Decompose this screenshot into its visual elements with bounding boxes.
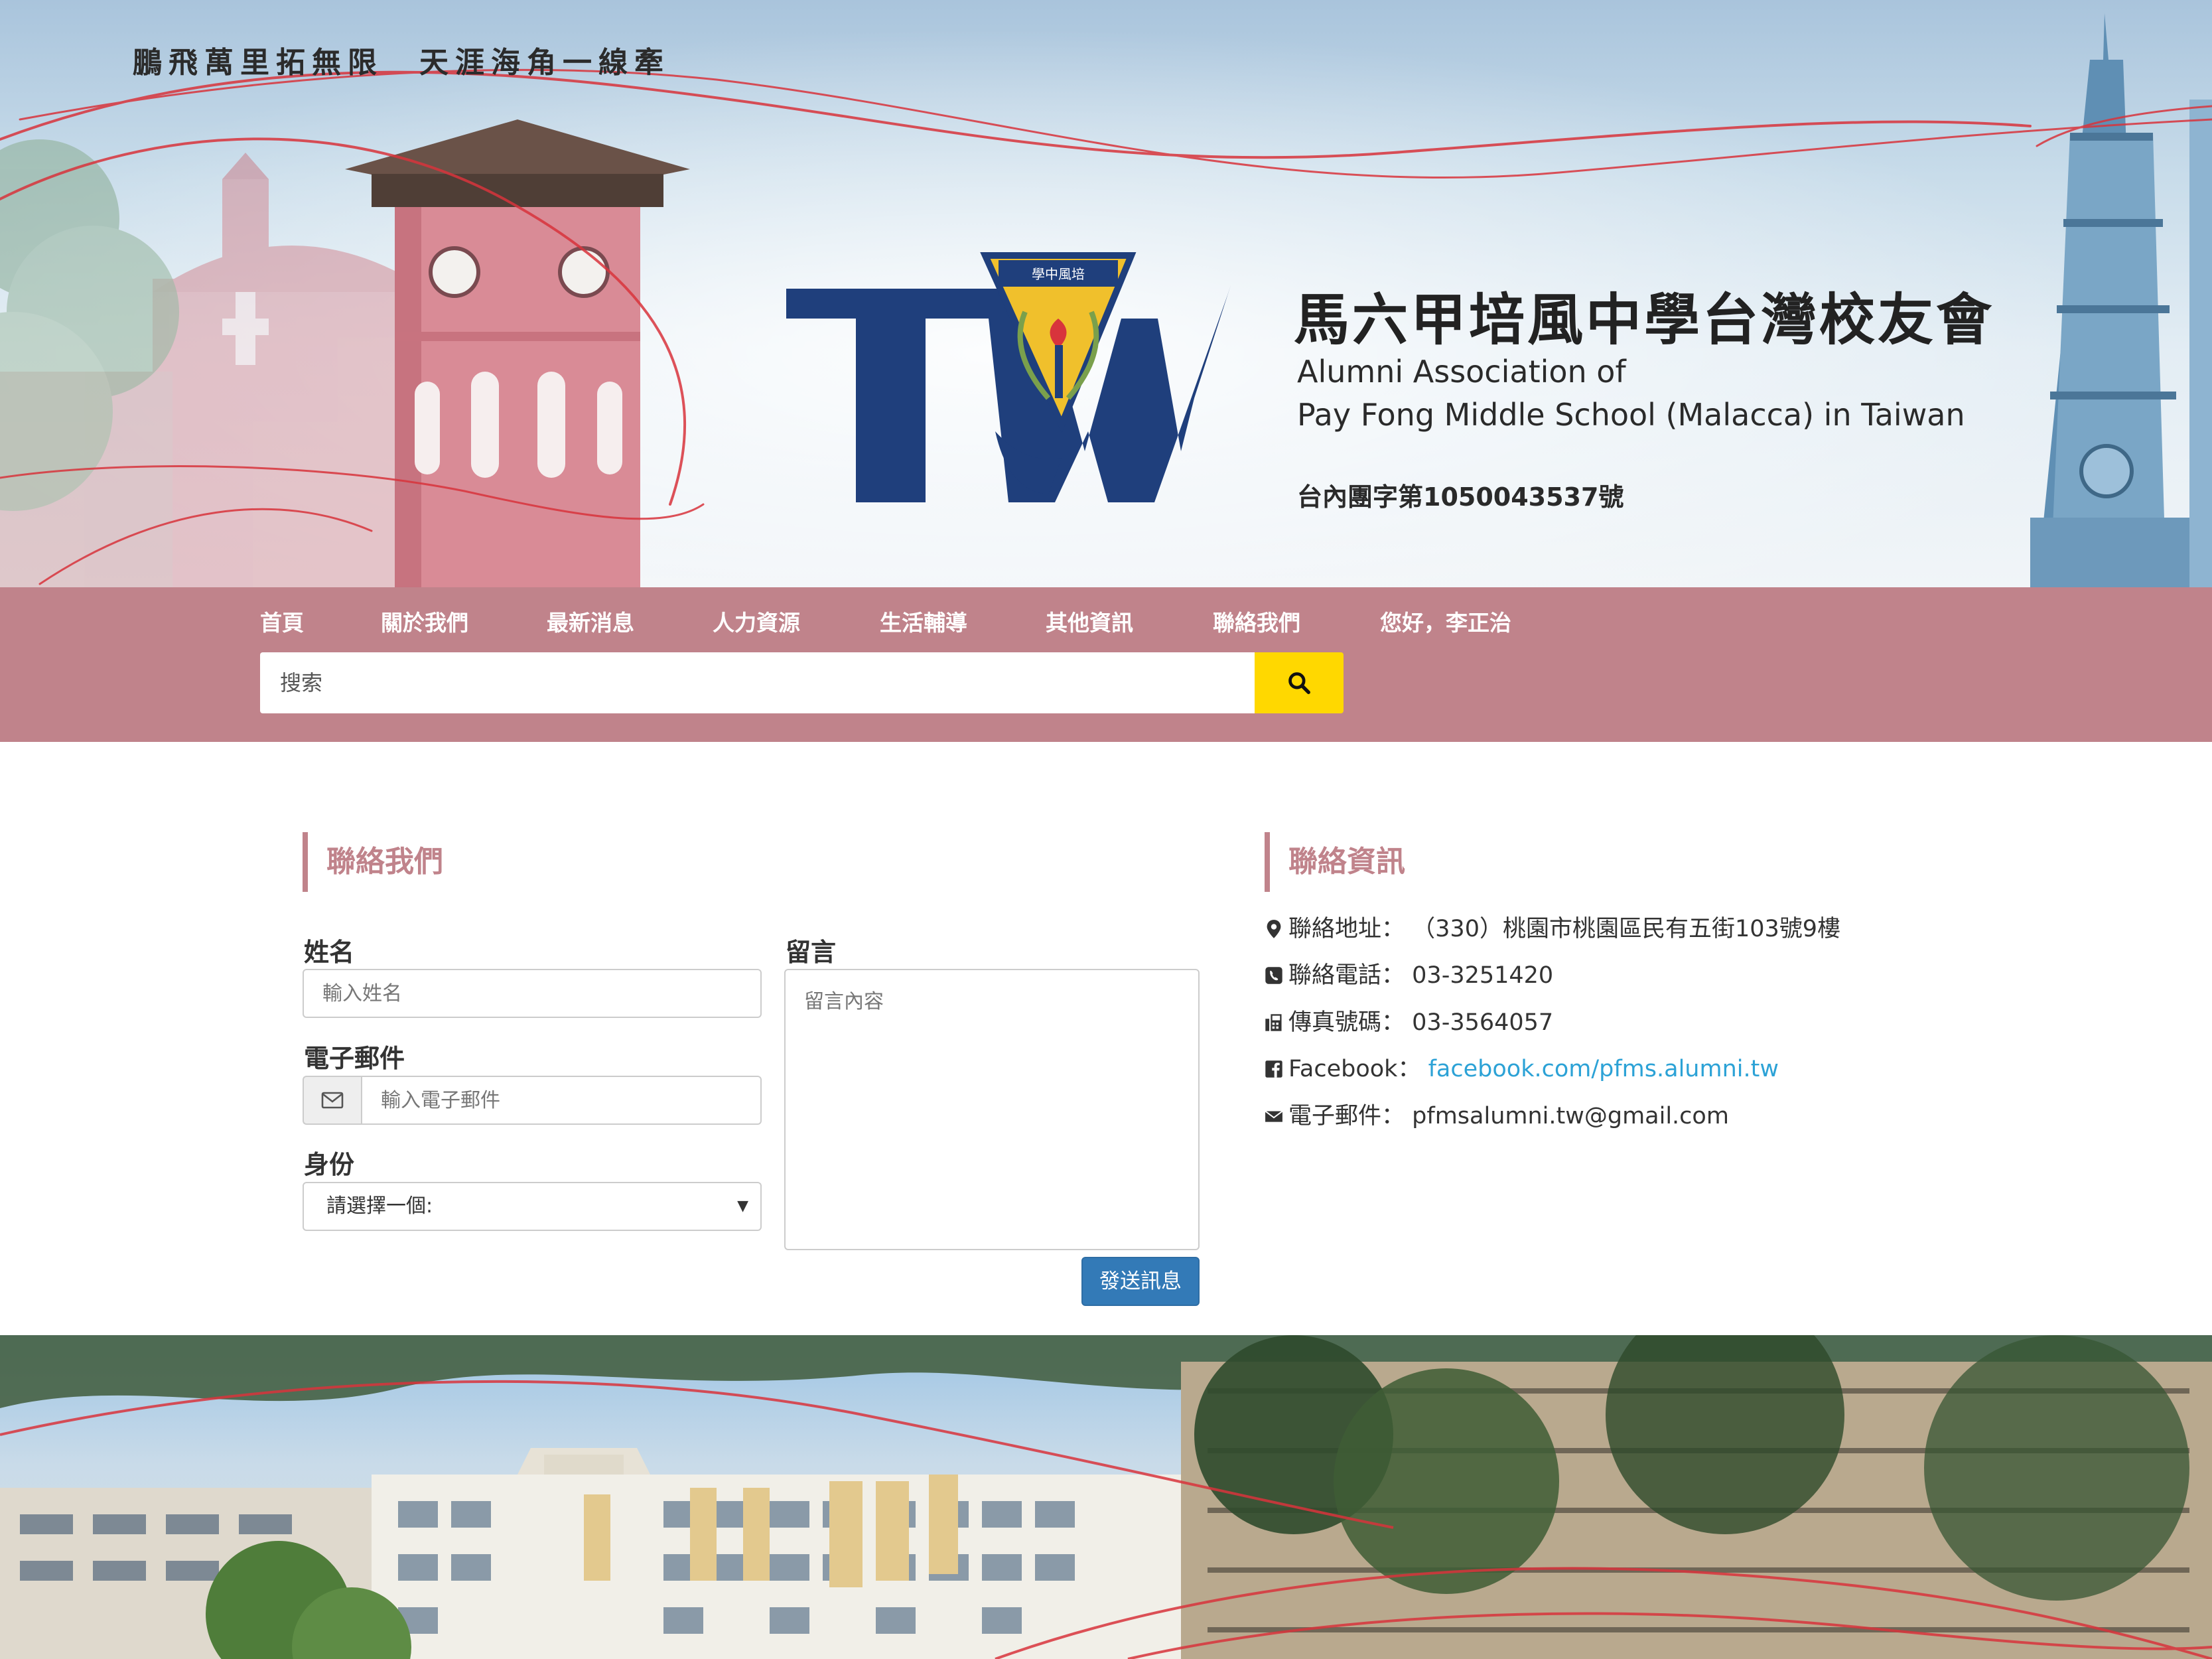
nav-other-info[interactable]: 其他資訊 bbox=[1046, 603, 1133, 643]
envelope-icon bbox=[1265, 1110, 1283, 1122]
message-label: 留言 bbox=[786, 938, 837, 967]
tw-logo: 學中風培 bbox=[786, 252, 1231, 502]
address-row: 聯絡地址： （330）桃園市桃園區民有五街103號9樓 bbox=[1265, 909, 1840, 949]
name-label: 姓名 bbox=[304, 938, 355, 967]
fax-row: 傳真號碼： 03-3564057 bbox=[1265, 1003, 1553, 1043]
header-banner: 學中風培 鵬飛萬里拓無限 天涯海角一線牽 馬六甲培風中學台灣校友會 Alumni… bbox=[0, 0, 2212, 587]
address-value: （330）桃園市桃園區民有五街103號9樓 bbox=[1412, 916, 1841, 942]
nav-latest-news[interactable]: 最新消息 bbox=[547, 603, 634, 643]
taipei-101-tower bbox=[2030, 13, 2212, 587]
message-textarea[interactable] bbox=[784, 969, 1200, 1250]
school-building-photo bbox=[0, 1335, 2212, 1659]
nav-contact-us[interactable]: 聯絡我們 bbox=[1213, 603, 1300, 643]
phone-value: 03-3251420 bbox=[1412, 962, 1554, 989]
email-label-info: 電子郵件： bbox=[1288, 1103, 1405, 1129]
email-value: pfmsalumni.tw@gmail.com bbox=[1412, 1103, 1729, 1129]
address-label: 聯絡地址： bbox=[1288, 916, 1405, 942]
association-title-zh: 馬六甲培風中學台灣校友會 bbox=[1294, 287, 1995, 352]
name-field[interactable] bbox=[303, 969, 762, 1018]
email-addon bbox=[303, 1076, 361, 1125]
identity-label: 身份 bbox=[304, 1150, 355, 1179]
envelope-icon bbox=[321, 1092, 344, 1109]
association-title-en-line1: Alumni Association of bbox=[1297, 354, 1626, 390]
phone-row: 聯絡電話： 03-3251420 bbox=[1265, 956, 1553, 995]
search-icon bbox=[1288, 672, 1310, 694]
school-building-illustration bbox=[0, 1335, 2212, 1659]
fax-label: 傳真號碼： bbox=[1288, 1009, 1405, 1036]
facebook-link[interactable]: facebook.com/pfms.alumni.tw bbox=[1428, 1056, 1779, 1082]
nav-about-us[interactable]: 關於我們 bbox=[381, 603, 468, 643]
phone-label: 聯絡電話： bbox=[1288, 962, 1405, 989]
chevron-down-icon: ▼ bbox=[737, 1198, 748, 1214]
contact-form-title: 聯絡我們 bbox=[303, 832, 443, 892]
search-input[interactable] bbox=[260, 652, 1255, 713]
identity-select[interactable]: 請選擇一個: ▼ bbox=[303, 1182, 762, 1231]
nav-home[interactable]: 首頁 bbox=[260, 603, 304, 643]
registration-number: 台內團字第1050043537號 bbox=[1297, 482, 1624, 512]
page: 學中風培 鵬飛萬里拓無限 天涯海角一線牽 馬六甲培風中學台灣校友會 Alumni… bbox=[0, 0, 2212, 1659]
nav-human-resources[interactable]: 人力資源 bbox=[713, 603, 800, 643]
facebook-row: Facebook： facebook.com/pfms.alumni.tw bbox=[1265, 1049, 1779, 1089]
slogan: 鵬飛萬里拓無限 天涯海角一線牽 bbox=[133, 46, 670, 80]
facebook-label: Facebook： bbox=[1288, 1056, 1421, 1082]
email-label: 電子郵件 bbox=[304, 1044, 405, 1073]
email-field[interactable] bbox=[361, 1076, 762, 1125]
fax-value: 03-3564057 bbox=[1412, 1009, 1554, 1036]
logo-crest-text: 學中風培 bbox=[1032, 266, 1085, 282]
fax-icon bbox=[1265, 1014, 1282, 1031]
nav-life-counseling[interactable]: 生活輔導 bbox=[880, 603, 967, 643]
clock-tower bbox=[345, 119, 690, 587]
identity-select-value: 請選擇一個: bbox=[326, 1194, 433, 1218]
contact-info-title: 聯絡資訊 bbox=[1265, 832, 1405, 892]
phone-icon bbox=[1265, 967, 1282, 984]
email-row: 電子郵件： pfmsalumni.tw@gmail.com bbox=[1265, 1096, 1729, 1136]
association-title-en-line2: Pay Fong Middle School (Malacca) in Taiw… bbox=[1297, 397, 1965, 433]
nav-user-greeting[interactable]: 您好，李正治 bbox=[1380, 603, 1511, 643]
facebook-icon bbox=[1265, 1060, 1282, 1078]
send-message-button[interactable]: 發送訊息 bbox=[1081, 1257, 1200, 1306]
map-marker-icon bbox=[1267, 920, 1281, 938]
search-button[interactable] bbox=[1255, 652, 1344, 713]
main-navbar: 首頁 關於我們 最新消息 人力資源 生活輔導 其他資訊 聯絡我們 您好，李正治 bbox=[0, 587, 2212, 742]
